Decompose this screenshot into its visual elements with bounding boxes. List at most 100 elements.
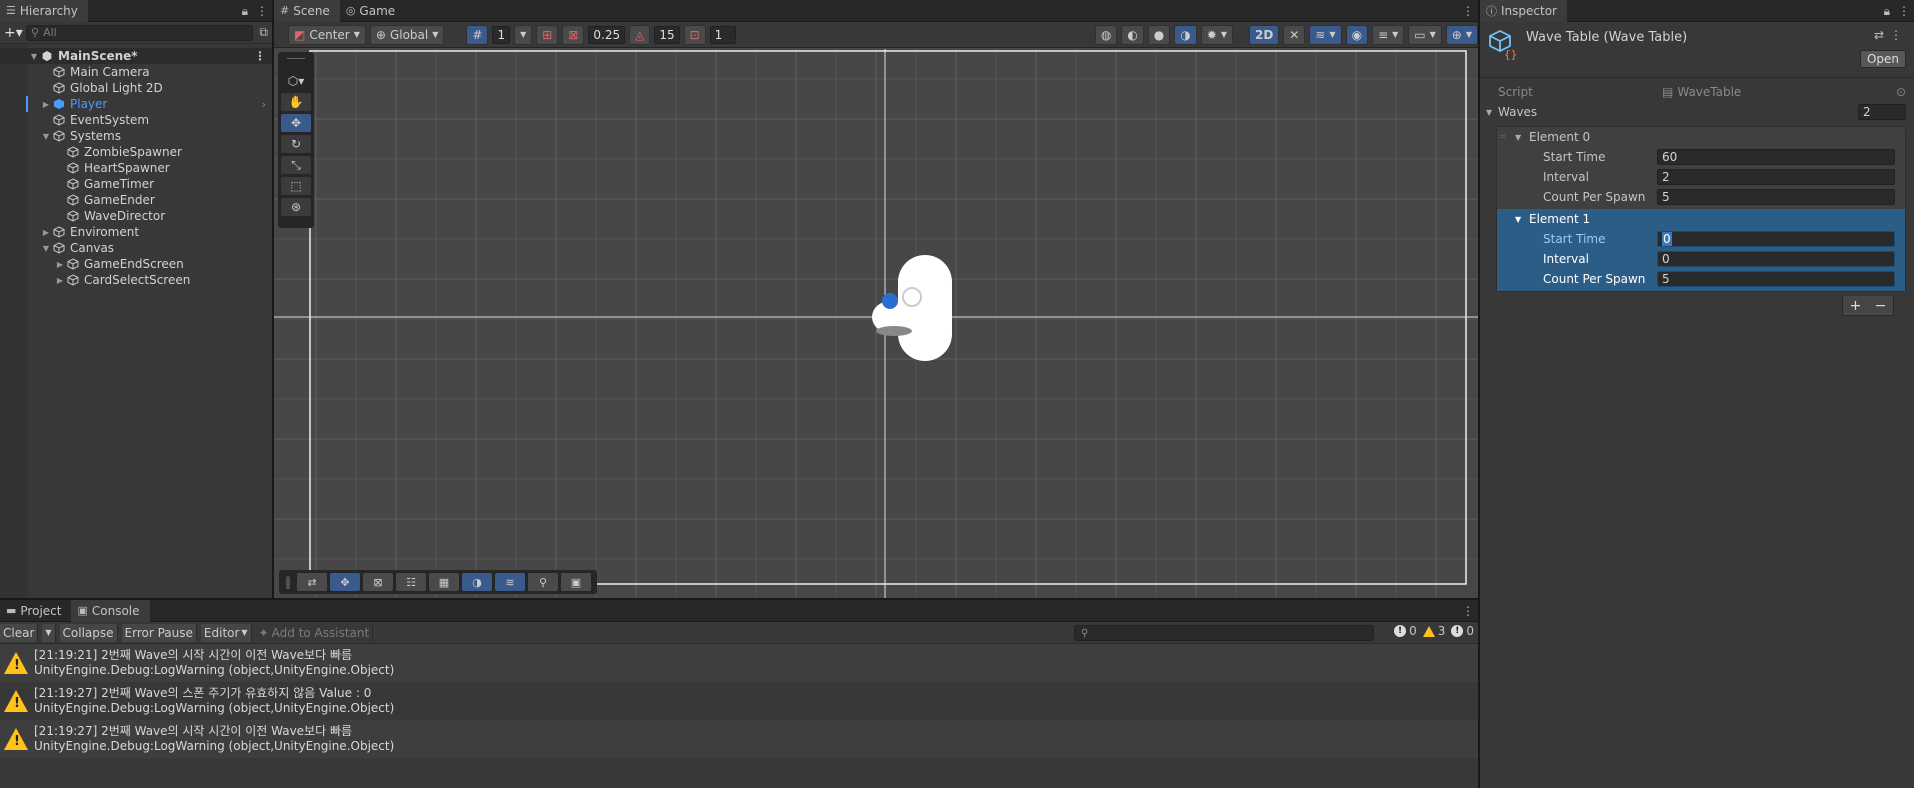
tree-item-zombiespawner[interactable]: ZombieSpawner — [0, 144, 272, 160]
element-0-header[interactable]: = ▼ Element 0 — [1497, 127, 1905, 147]
error-count-toggle[interactable]: ! 0 — [1451, 624, 1474, 638]
grid-size-field[interactable]: 1 — [492, 25, 511, 44]
tab-project[interactable]: ▬ Project — [0, 600, 71, 622]
count-per-spawn-field[interactable]: 5 — [1657, 271, 1895, 287]
hierarchy-search-input[interactable]: ⚲ All — [26, 24, 254, 41]
overlay-tool-8[interactable]: ⚲ — [528, 573, 558, 591]
interval-field[interactable]: 2 — [1657, 169, 1895, 185]
clear-button[interactable]: Clear — [0, 623, 39, 642]
expand-arrow-icon[interactable]: ▼ — [1515, 133, 1521, 142]
lighting-button[interactable]: ◑ — [1174, 24, 1197, 45]
rotate-snap-field[interactable]: 15 — [654, 25, 680, 44]
expand-arrow-icon[interactable]: ▶ — [40, 228, 52, 237]
tree-item-gameender[interactable]: GameEnder — [0, 192, 272, 208]
tree-item-player[interactable]: ▶ Player › — [26, 96, 272, 112]
overlay-tool-2[interactable]: ✥ — [330, 573, 360, 591]
transform-tool[interactable]: ⊛ — [281, 198, 311, 216]
overlay-tool-7[interactable]: ≋ — [495, 573, 525, 591]
chevron-right-icon[interactable]: › — [262, 98, 266, 111]
expand-arrow-icon[interactable]: ▼ — [40, 132, 52, 141]
expand-arrow-icon[interactable]: ▶ — [54, 260, 66, 269]
kebab-menu-icon[interactable]: ⋮ — [1890, 28, 1902, 42]
count-per-spawn-field[interactable]: 5 — [1657, 189, 1895, 205]
grid-toggle-button[interactable]: # — [466, 24, 489, 45]
drag-handle-icon[interactable]: = — [1499, 132, 1507, 142]
rotate-tool[interactable]: ↻ — [281, 135, 311, 153]
tree-item-gameendscreen[interactable]: ▶ GameEndScreen — [0, 256, 272, 272]
clear-dropdown[interactable]: ▼ — [42, 623, 56, 642]
overlay-tool-6[interactable]: ◑ — [462, 573, 492, 591]
log-entry[interactable]: ! [21:19:27] 2번째 Wave의 스폰 주기가 유효하지 않음 Va… — [0, 682, 1478, 720]
tree-item-canvas[interactable]: ▼ Canvas — [0, 240, 272, 256]
overlay-tool-1[interactable]: ⇄ — [297, 573, 327, 591]
snap-toggle-button[interactable]: ⊞ — [536, 24, 559, 45]
tree-item-gametimer[interactable]: GameTimer — [0, 176, 272, 192]
log-entry[interactable]: ! [21:19:21] 2번째 Wave의 시작 시간이 이전 Wave보다 … — [0, 644, 1478, 682]
move-tool[interactable]: ✥ — [281, 114, 311, 132]
move-snap-field[interactable]: 0.25 — [588, 25, 626, 44]
expand-arrow-icon[interactable]: ▼ — [40, 244, 52, 253]
draw-mode-button[interactable]: ◍ — [1094, 24, 1118, 45]
start-time-field[interactable]: 60 — [1657, 149, 1895, 165]
tree-item-eventsystem[interactable]: EventSystem — [0, 112, 272, 128]
scale-snap-toggle-button[interactable]: ⊡ — [683, 24, 706, 45]
tree-item-heartspawner[interactable]: HeartSpawner — [0, 160, 272, 176]
tree-item-mainscene[interactable]: ▼ ⬢ MainScene* ⋮ — [0, 48, 272, 64]
remove-element-button[interactable]: − — [1875, 298, 1887, 314]
expand-arrow-icon[interactable]: ▼ — [1515, 215, 1521, 224]
start-time-field[interactable]: 0 — [1657, 231, 1895, 247]
expand-arrow-icon[interactable]: ▶ — [54, 276, 66, 285]
drag-handle[interactable] — [287, 58, 305, 68]
solid-button[interactable]: ● — [1147, 24, 1171, 45]
mode-2d-toggle[interactable]: 2D — [1248, 24, 1280, 45]
rotate-snap-toggle-button[interactable]: ◬ — [629, 24, 651, 45]
element-1-header[interactable]: ▼ Element 1 — [1497, 209, 1905, 229]
tab-game[interactable]: ◎ Game — [340, 0, 405, 22]
kebab-menu-icon[interactable]: ⋮ — [1462, 604, 1474, 618]
expand-arrow-icon[interactable]: ▼ — [28, 52, 40, 61]
stack-dropdown[interactable]: ≡ ▼ — [1372, 24, 1405, 45]
open-button[interactable]: Open — [1859, 50, 1906, 68]
tree-item-main-camera[interactable]: Main Camera — [0, 64, 272, 80]
script-field[interactable]: ▤ WaveTable — [1658, 84, 1890, 100]
overlay-tool-5[interactable]: ▦ — [429, 573, 459, 591]
move-snap-toggle-button[interactable]: ⊠ — [562, 24, 585, 45]
gizmos-dropdown[interactable]: ⊕ ▼ — [1445, 24, 1478, 45]
tree-item-systems[interactable]: ▼ Systems — [0, 128, 272, 144]
lock-icon[interactable]: 🔒︎ — [1884, 4, 1890, 19]
kebab-menu-icon[interactable]: ⋮ — [1898, 4, 1910, 18]
tab-inspector[interactable]: ⓘ Inspector — [1480, 0, 1567, 22]
warning-count-toggle[interactable]: 3 — [1422, 624, 1445, 638]
camera-dropdown[interactable]: ▭ ▼ — [1408, 24, 1442, 45]
pivot-dropdown[interactable]: ◩ Center ▼ — [288, 24, 366, 45]
collapse-button[interactable]: Collapse — [59, 623, 118, 642]
grid-dropdown[interactable]: ▼ — [514, 24, 533, 45]
lock-icon[interactable]: 🔒︎ — [242, 4, 248, 19]
debug-dropdown[interactable]: ✹ ▼ — [1200, 24, 1233, 45]
hand-tool[interactable]: ✋ — [281, 93, 311, 111]
kebab-menu-icon[interactable]: ⋮ — [1462, 4, 1474, 18]
tree-item-global-light[interactable]: Global Light 2D — [0, 80, 272, 96]
scale-tool[interactable]: ⤡ — [281, 156, 311, 174]
space-dropdown[interactable]: ⊕ Global ▼ — [369, 24, 445, 45]
search-options-icon[interactable]: ⧉ — [259, 25, 268, 40]
layers-dropdown[interactable]: ≋ ▼ — [1309, 24, 1342, 45]
info-count-toggle[interactable]: ! 0 — [1394, 624, 1417, 638]
lighting-toggle[interactable]: ✕ — [1283, 24, 1306, 45]
overlay-tool-3[interactable]: ⊠ — [363, 573, 393, 591]
add-to-assistant-button[interactable]: ✦ Add to Assistant — [256, 623, 374, 642]
scene-viewport[interactable] — [274, 49, 1478, 598]
player-sprite[interactable] — [854, 249, 974, 369]
kebab-menu-icon[interactable]: ⋮ — [254, 49, 266, 63]
object-picker-icon[interactable]: ⊙ — [1896, 85, 1906, 99]
waves-row[interactable]: ▼ Waves 2 — [1480, 102, 1914, 122]
visibility-toggle[interactable]: ◉ — [1345, 24, 1369, 45]
expand-arrow-icon[interactable]: ▶ — [40, 100, 52, 109]
expand-arrow-icon[interactable]: ▼ — [1486, 108, 1492, 117]
shaded-button[interactable]: ◐ — [1121, 24, 1144, 45]
interval-field[interactable]: 0 — [1657, 251, 1895, 267]
tab-console[interactable]: ▣ Console — [71, 600, 150, 622]
tool-dropdown[interactable]: ⬡▾ — [281, 72, 311, 90]
add-object-button[interactable]: +▾ — [4, 25, 23, 41]
log-entry[interactable]: ! [21:19:27] 2번째 Wave의 시작 시간이 이전 Wave보다 … — [0, 720, 1478, 758]
